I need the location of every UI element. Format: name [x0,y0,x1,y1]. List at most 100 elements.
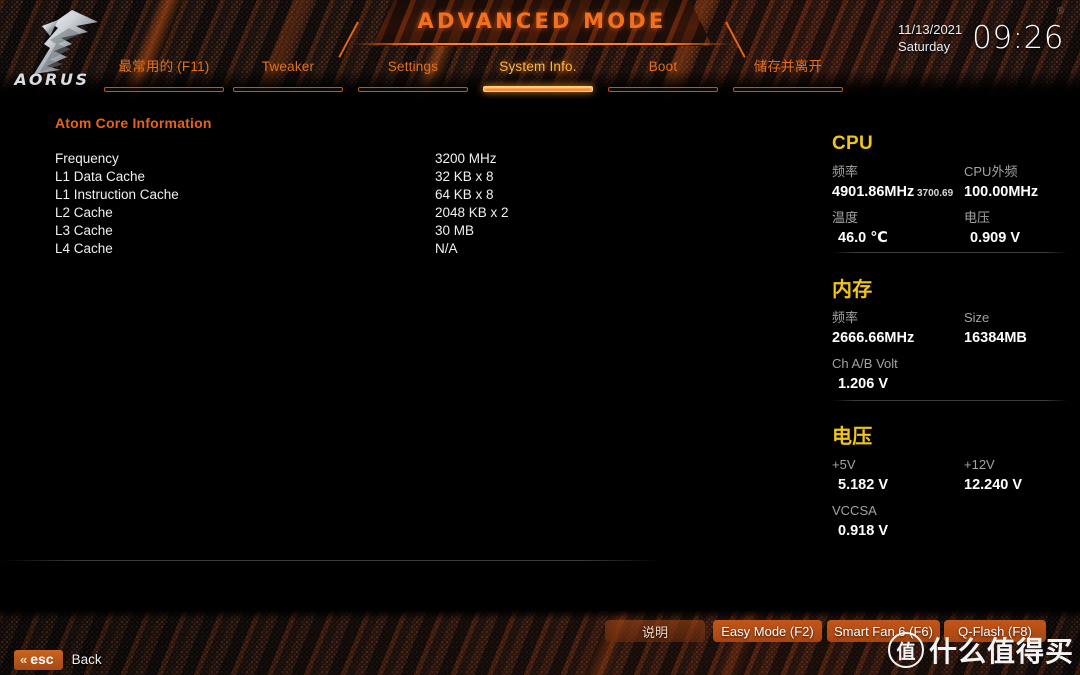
monitor-cell: +12V 12.240 V [964,455,1022,496]
bios-screen: ADVANCED MODE AORUS ® 11/13/2021 Saturda… [0,0,1080,675]
monitor-cell: Size 16384MB [964,308,1027,349]
esc-key-badge: « esc [14,649,63,670]
monitor-cell-key: 频率 [832,310,859,325]
monitor-panel-title: CPU [832,133,874,154]
monitor-cell-key: +12V [964,457,995,472]
monitor-cell: +5V 5.182 V [832,455,888,496]
chevron-left-icon: « [20,651,28,667]
monitor-cell-value: 5.182 V [832,475,888,496]
advanced-mode-title: ADVANCED MODE [417,9,667,33]
page-title: Atom Core Information [55,115,212,131]
info-row-label: L1 Instruction Cache [55,187,179,202]
monitor-panel-grid: 频率 4901.86MHz 3700.69 CPU外频 100.00MHz 温度 46.0… [832,162,1080,252]
sidebar-divider-1 [832,252,1068,253]
info-row[interactable]: L2 Cache 2048 KB x 2 [55,204,755,222]
monitor-cell-value-text: 12.240 V [964,477,1023,493]
advanced-mode-banner-underline [352,43,732,45]
monitor-cell-value: 12.240 V [964,475,1022,496]
info-row-value: 30 MB [435,223,475,238]
nav-tab-underline [608,87,718,92]
sidebar-divider-2 [832,400,1068,401]
footer-button-2[interactable]: Easy Mode (F2) [713,620,822,642]
nav-tab-4[interactable]: System Info. [483,58,593,92]
monitor-cell-value-text: 1.206 V [838,376,888,392]
footer-button-1[interactable]: 说明 [605,620,705,642]
monitor-cell: CPU外频 100.00MHz [964,162,1038,203]
monitor-cell-value-text: 4901.86MHz [832,184,915,200]
monitor-panel-title: 电压 [832,426,873,448]
nav-tab-3[interactable]: Settings [358,58,468,92]
monitor-cell: 温度 46.0 ℃ [832,208,888,249]
monitor-cell: VCCSA 0.918 V [832,501,888,542]
nav-tab-5[interactable]: Boot [608,58,718,92]
monitor-cell-value-text: 5.182 V [838,477,888,493]
info-row-value: 3200 MHz [435,151,497,166]
monitor-cell: Ch A/B Volt 1.206 V [832,354,898,395]
monitor-cell-key: Ch A/B Volt [832,356,898,371]
info-row-label: L1 Data Cache [55,169,146,184]
monitor-cell: 电压 0.909 V [964,208,1020,249]
monitor-cell-value-text: 16384MB [964,330,1027,346]
nav-tab-label: Settings [387,59,439,74]
monitor-cell-value: 1.206 V [832,374,898,395]
nav-tab-2[interactable]: Tweaker [233,58,343,92]
monitor-cell-value: 2666.66MHz [832,328,914,349]
main-content: Atom Core Information Frequency 3200 MHz L… [0,100,800,610]
monitor-panel-1: CPU 频率 4901.86MHz 3700.69 CPU外频 100.00MHz 温度 4… [800,132,1080,252]
clock-date: 11/13/2021 [898,22,963,37]
monitor-cell-value: 46.0 ℃ [832,228,888,249]
monitor-cell: 频率 4901.86MHz 3700.69 [832,162,953,204]
monitor-cell-value: 0.909 V [964,228,1020,249]
info-row-value: N/A [435,241,458,256]
watermark: 值 什么值得买 [887,630,1074,670]
info-row[interactable]: L1 Data Cache 32 KB x 8 [55,168,755,186]
monitor-cell-key: 温度 [832,210,859,225]
nav-tab-1[interactable]: 最常用的 (F11) [104,58,224,92]
nav-tab-6[interactable]: 储存并离开 [733,58,843,92]
info-row-label: Frequency [55,151,119,166]
nav-tab-label: 最常用的 (F11) [118,59,210,74]
monitor-panel-2: 内存频率 2666.66MHz Size 16384MB Ch A/B Volt 1.20… [800,278,1080,398]
nav-tab-label: System Info. [499,59,577,74]
monitor-cell-value: 16384MB [964,328,1027,349]
back-button[interactable]: « esc Back [14,649,102,670]
clock-time: 09:26 [972,20,1064,56]
monitor-cell-value-text: 2666.66MHz [832,330,915,346]
info-row-label: L4 Cache [55,241,113,256]
monitor-cell: 频率 2666.66MHz [832,308,914,349]
monitor-panel-title: 内存 [832,279,873,301]
monitor-cell-value-sub: 3700.69 [914,188,954,199]
nav-tab-underline [233,87,343,92]
info-row[interactable]: L1 Instruction Cache 64 KB x 8 [55,186,755,204]
monitor-cell-key: 频率 [832,164,859,179]
info-row-value: 64 KB x 8 [435,187,494,202]
monitor-cell-value-text: 0.918 V [838,523,888,539]
info-row-label: L2 Cache [55,205,113,220]
esc-key-label: esc [30,650,54,667]
nav-tab-underline [483,86,593,92]
info-row[interactable]: L4 Cache N/A [55,240,755,258]
watermark-badge-icon: 值 [887,632,924,668]
monitor-cell-value-text: 0.909 V [970,230,1020,246]
watermark-text: 什么值得买 [928,635,1074,668]
monitor-panel-grid: 频率 2666.66MHz Size 16384MB Ch A/B Volt 1.206 … [832,308,1080,398]
hardware-monitor-sidebar: CPU 频率 4901.86MHz 3700.69 CPU外频 100.00MHz 温度 4… [800,100,1080,610]
monitor-cell-value: 0.918 V [832,521,888,542]
monitor-cell-key: VCCSA [832,503,877,518]
monitor-cell-value: 4901.86MHz 3700.69 [832,182,953,204]
back-label: Back [71,652,102,667]
nav-tabs: 最常用的 (F11) Tweaker Settings System Info. Boo… [0,58,1080,94]
monitor-cell-key: +5V [832,457,856,472]
monitor-cell-key: CPU外频 [964,164,1018,179]
monitor-cell-key: Size [964,310,990,325]
monitor-cell-value-text: 46.0 ℃ [838,230,888,246]
info-row-label: L3 Cache [55,223,113,238]
monitor-cell-value-text: 100.00MHz [964,184,1039,200]
nav-tab-underline [733,87,843,92]
nav-tab-label: 储存并离开 [753,59,823,74]
info-row[interactable]: L3 Cache 30 MB [55,222,755,240]
nav-tab-underline [358,87,468,92]
atom-core-info-list: Frequency 3200 MHz L1 Data Cache 32 KB x 8L… [55,150,755,258]
info-row[interactable]: Frequency 3200 MHz [55,150,755,168]
monitor-cell-value: 100.00MHz [964,182,1038,203]
